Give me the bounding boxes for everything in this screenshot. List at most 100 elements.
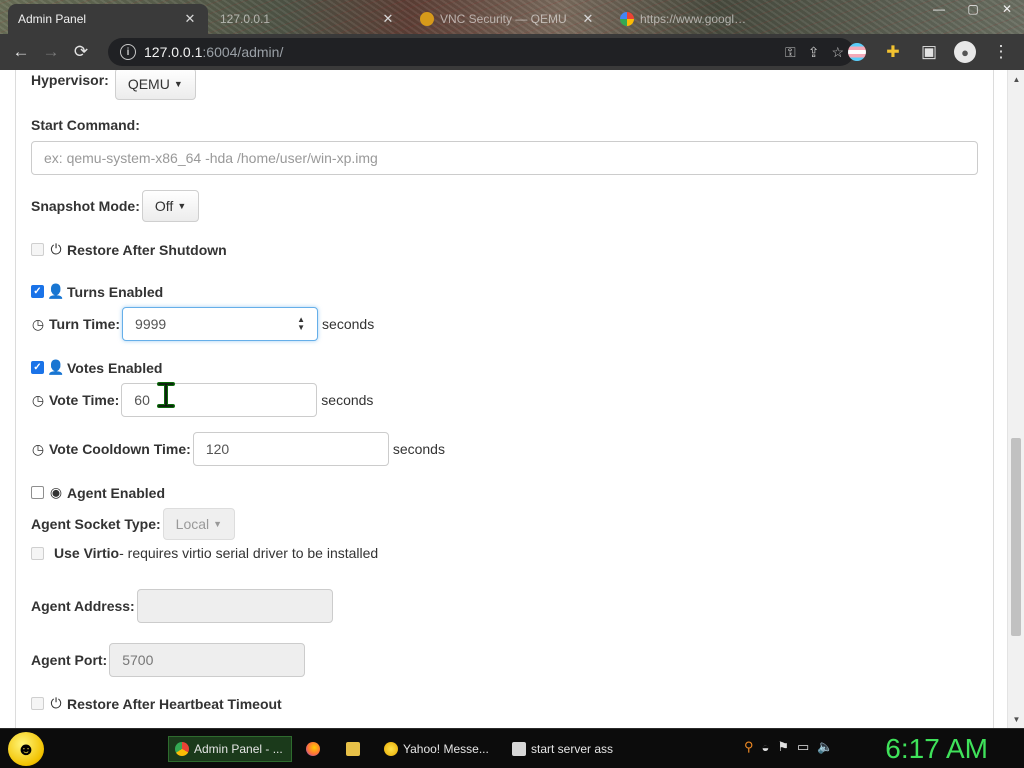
tab-strip: Admin Panel ✕ 127.0.0.1 ✕ VNC Security —…: [0, 0, 1024, 34]
kebab-menu-icon[interactable]: ⋮: [986, 37, 1016, 67]
extension-tools: ✚ ▣ ● ⋮: [842, 37, 1016, 67]
turns-enabled-row: ✓ 👤 Turns Enabled: [31, 283, 163, 300]
text-cursor-icon: [157, 382, 175, 408]
vote-time-units: seconds: [321, 392, 374, 408]
votes-enabled-checkbox[interactable]: ✓: [31, 361, 44, 374]
turns-enabled-checkbox[interactable]: ✓: [31, 285, 44, 298]
forward-arrow-icon[interactable]: →: [36, 37, 66, 67]
agent-port-label: Agent Port:: [31, 652, 108, 668]
agent-enabled-row: ◉ Agent Enabled: [31, 484, 165, 501]
scroll-up-icon[interactable]: ▲: [1008, 72, 1024, 86]
browser-window: Admin Panel ✕ 127.0.0.1 ✕ VNC Security —…: [0, 0, 1024, 768]
agent-enabled-checkbox[interactable]: [31, 486, 44, 499]
vote-cooldown-value: 120: [205, 441, 230, 457]
clock-icon: ◷: [31, 315, 45, 332]
page-viewport: Hypervisor: QEMU ▼ Start Command: ex: qe…: [0, 70, 1024, 728]
turn-time-units: seconds: [322, 316, 375, 332]
agent-address-row: Agent Address:: [31, 589, 333, 623]
taskbar-item-files[interactable]: [340, 736, 370, 762]
address-bar[interactable]: i 127.0.0.1 :6004/admin/ ⚿ ⇪ ☆: [108, 38, 854, 66]
start-command-placeholder: ex: qemu-system-x86_64 -hda /home/user/w…: [44, 150, 378, 166]
use-virtio-row: Use Virtio - requires virtio serial driv…: [31, 545, 378, 561]
volume-icon[interactable]: 🔈: [817, 739, 833, 755]
taskbar-clock[interactable]: 6:17 AM: [885, 733, 988, 765]
restore-after-shutdown-row: ⏻ Restore After Shutdown: [31, 241, 227, 258]
page-scrollbar[interactable]: ▲ ▼: [1007, 70, 1024, 728]
restore-after-heartbeat-row: ⏻ Restore After Heartbeat Timeout: [31, 695, 282, 712]
side-panel-icon[interactable]: ▣: [914, 37, 944, 67]
vote-time-row: ◷ Vote Time: 60 seconds: [31, 383, 373, 417]
power-icon: ⏻: [50, 241, 62, 257]
eye-icon: ◉: [49, 484, 63, 500]
taskbar-item-firefox[interactable]: [300, 736, 330, 762]
folder-icon: [346, 742, 360, 756]
vote-time-input[interactable]: 60: [121, 383, 318, 417]
vnc-favicon-icon: [420, 12, 434, 26]
taskbar-item-terminal[interactable]: start server ass: [506, 736, 626, 762]
start-command-row: ex: qemu-system-x86_64 -hda /home/user/w…: [31, 141, 978, 175]
restore-after-heartbeat-checkbox[interactable]: [31, 697, 44, 710]
vote-cooldown-input[interactable]: 120: [192, 432, 389, 466]
spin-down-icon[interactable]: ▼: [297, 324, 305, 332]
close-icon[interactable]: ✕: [380, 11, 396, 27]
account-avatar-icon[interactable]: ●: [950, 37, 980, 67]
turn-time-input[interactable]: 9999 ▲ ▼: [122, 307, 319, 341]
vote-time-value: 60: [134, 392, 150, 408]
extensions-puzzle-icon[interactable]: ✚: [878, 37, 908, 67]
close-icon[interactable]: ✕: [182, 11, 198, 27]
share-icon[interactable]: ⇪: [808, 44, 820, 61]
caret-down-icon: ▼: [177, 201, 187, 211]
close-window-button[interactable]: ✕: [990, 0, 1024, 18]
scrollbar-thumb[interactable]: [1011, 438, 1021, 636]
key-icon[interactable]: ⚿: [785, 44, 796, 61]
agent-address-input[interactable]: [136, 589, 333, 623]
vote-cooldown-units: seconds: [392, 441, 445, 457]
snapshot-mode-dropdown[interactable]: Off ▼: [141, 190, 200, 222]
restore-after-shutdown-checkbox[interactable]: [31, 243, 44, 256]
profile-flag-icon[interactable]: [842, 37, 872, 67]
caret-down-icon: ▼: [173, 79, 183, 89]
tab-localhost[interactable]: 127.0.0.1 ✕: [210, 4, 406, 34]
search-icon[interactable]: ⚲: [744, 739, 754, 755]
status-icon[interactable]: ◒: [762, 740, 770, 755]
close-icon[interactable]: ✕: [580, 11, 596, 27]
scroll-down-icon[interactable]: ▼: [1008, 712, 1024, 726]
start-command-input[interactable]: ex: qemu-system-x86_64 -hda /home/user/w…: [31, 141, 978, 175]
agent-enabled-label: Agent Enabled: [67, 484, 166, 501]
tab-vnc-security[interactable]: VNC Security — QEMU ✕: [410, 4, 606, 34]
taskbar-item-label: Yahoo! Messe...: [403, 742, 489, 756]
restore-after-heartbeat-label: Restore After Heartbeat Timeout: [67, 695, 282, 712]
agent-socket-type-dropdown[interactable]: Local ▼: [162, 508, 236, 540]
agent-port-input[interactable]: 5700: [109, 643, 306, 677]
start-menu-smiley-icon[interactable]: ☻: [8, 732, 44, 766]
tab-label: VNC Security — QEMU: [440, 12, 567, 26]
tab-google[interactable]: https://www.google...: [610, 4, 760, 34]
agent-socket-type-row: Agent Socket Type: Local ▼: [31, 508, 236, 540]
site-info-icon[interactable]: i: [120, 44, 136, 60]
tab-admin-panel[interactable]: Admin Panel ✕: [8, 4, 208, 34]
minimize-button[interactable]: —: [922, 0, 956, 18]
power-icon: ⏻: [50, 695, 62, 711]
reload-icon[interactable]: ⟳: [66, 37, 96, 67]
agent-address-label: Agent Address:: [31, 598, 135, 614]
display-icon[interactable]: ▭: [797, 739, 809, 755]
taskbar-item-admin-panel[interactable]: Admin Panel - ...: [168, 736, 292, 762]
maximize-button[interactable]: ▢: [956, 0, 990, 18]
use-virtio-checkbox[interactable]: [31, 546, 44, 560]
chrome-icon: [175, 742, 189, 756]
taskbar-item-yahoo[interactable]: Yahoo! Messe...: [378, 736, 498, 762]
back-arrow-icon[interactable]: ←: [6, 37, 36, 67]
snapshot-mode-value: Off: [154, 198, 174, 214]
terminal-icon: [512, 742, 526, 756]
google-favicon-icon: [620, 12, 634, 26]
tab-label: https://www.google...: [640, 12, 750, 26]
hypervisor-row: Hypervisor: QEMU ▼: [31, 70, 196, 100]
os-taskbar: ☻ Admin Panel - ... Yahoo! Messe... star…: [0, 728, 1024, 768]
browser-toolbar: ← → ⟳ i 127.0.0.1 :6004/admin/ ⚿ ⇪ ☆ ✚ ▣…: [0, 34, 1024, 70]
snapshot-mode-row: Snapshot Mode: Off ▼: [31, 190, 200, 222]
number-spinner[interactable]: ▲ ▼: [297, 316, 305, 332]
network-muted-icon[interactable]: ⚑: [777, 739, 789, 755]
hypervisor-dropdown[interactable]: QEMU ▼: [114, 70, 196, 100]
agent-port-value: 5700: [122, 652, 154, 668]
votes-enabled-label: Votes Enabled: [67, 359, 163, 376]
